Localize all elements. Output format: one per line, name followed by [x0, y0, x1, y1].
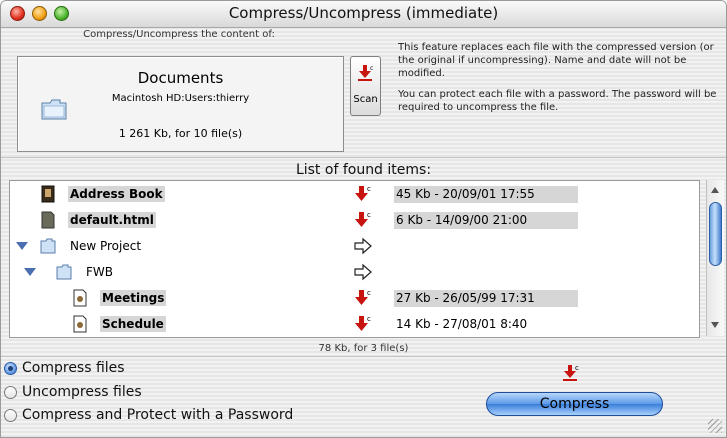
compress-arrow-icon: c — [358, 65, 373, 81]
list-item[interactable]: Address Book c 45 Kb - 20/09/01 17:55 — [10, 181, 699, 207]
disclosure-triangle-icon[interactable] — [24, 268, 36, 276]
compress-arrow-icon: c — [563, 364, 579, 381]
item-name: Schedule — [100, 316, 166, 332]
scan-label: Scan — [353, 94, 378, 105]
title-bar[interactable]: Compress/Uncompress (immediate) — [1, 1, 726, 28]
list-item[interactable]: Meetings c 27 Kb - 26/05/99 17:31 — [10, 285, 699, 311]
compress-arrow-icon[interactable]: c — [352, 210, 374, 230]
list-item[interactable]: Schedule c 14 Kb - 27/08/01 8:40 — [10, 311, 699, 337]
radio-button[interactable] — [4, 386, 17, 399]
radio-button[interactable] — [4, 409, 17, 422]
source-name: Documents — [137, 69, 224, 87]
svg-text:c: c — [367, 211, 371, 219]
item-info: 45 Kb - 20/09/01 17:55 — [394, 186, 578, 203]
info-text: This feature replaces each file with the… — [398, 41, 718, 122]
list-summary: 78 Kb, for 3 file(s) — [318, 343, 409, 354]
option-protect-label: Compress and Protect with a Password — [22, 407, 294, 423]
list-item[interactable]: default.html c 6 Kb - 14/09/00 21:00 — [10, 207, 699, 233]
right-arrow-icon[interactable] — [352, 262, 374, 282]
item-info — [394, 264, 578, 281]
scan-button[interactable]: c Scan — [350, 56, 381, 116]
items-list[interactable]: Address Book c 45 Kb - 20/09/01 17:55 de… — [9, 180, 700, 338]
list-scrollbar[interactable] — [706, 180, 724, 336]
source-box[interactable]: Documents Macintosh HD:Users:thierry 1 2… — [17, 56, 344, 152]
source-path: Macintosh HD:Users:thierry — [111, 93, 250, 104]
info-paragraph-2: You can protect each file with a passwor… — [398, 89, 717, 113]
info-paragraph-1: This feature replaces each file with the… — [398, 42, 714, 79]
compress-arrow-icon[interactable]: c — [352, 288, 374, 308]
item-name: Meetings — [100, 290, 167, 306]
compress-button[interactable]: Compress — [486, 392, 663, 416]
folder-icon — [40, 238, 56, 254]
compress-arrow-icon[interactable]: c — [352, 314, 374, 334]
svg-text:c: c — [367, 315, 371, 323]
item-info: 14 Kb - 27/08/01 8:40 — [396, 317, 528, 331]
document-icon — [73, 315, 87, 333]
item-name: FWB — [86, 265, 113, 279]
list-item[interactable]: FWB — [10, 259, 699, 285]
disclosure-triangle-icon[interactable] — [16, 242, 28, 250]
document-icon — [73, 289, 87, 307]
resize-grip-icon[interactable] — [708, 419, 722, 433]
item-info: 27 Kb - 26/05/99 17:31 — [394, 290, 578, 307]
html-file-icon — [41, 211, 55, 229]
window-title: Compress/Uncompress (immediate) — [228, 4, 499, 22]
list-title: List of found items: — [295, 162, 432, 178]
scroll-down-icon[interactable] — [711, 322, 719, 328]
source-size: 1 261 Kb, for 10 file(s) — [118, 127, 243, 140]
divider — [1, 157, 726, 158]
folder-icon — [56, 264, 72, 280]
svg-text:c: c — [367, 289, 371, 297]
radio-button[interactable] — [4, 362, 17, 375]
item-name: Address Book — [68, 186, 165, 202]
source-label: Compress/Uncompress the content of: — [83, 29, 275, 40]
right-arrow-icon[interactable] — [352, 236, 374, 256]
item-info — [394, 238, 578, 255]
svg-text:c: c — [575, 364, 579, 372]
item-name: New Project — [70, 239, 142, 253]
compress-window: Compress/Uncompress (immediate) Compress… — [0, 0, 727, 438]
item-name: default.html — [68, 212, 156, 228]
svg-text:c: c — [367, 185, 371, 193]
compress-arrow-icon[interactable]: c — [352, 184, 374, 204]
svg-text:c: c — [370, 65, 373, 72]
item-info: 6 Kb - 14/09/00 21:00 — [394, 212, 578, 229]
list-item[interactable]: New Project — [10, 233, 699, 259]
option-uncompress-label: Uncompress files — [22, 384, 142, 400]
address-book-icon — [41, 185, 55, 203]
scroll-thumb[interactable] — [709, 202, 722, 266]
divider — [1, 356, 726, 357]
option-compress-label: Compress files — [22, 360, 125, 376]
scroll-up-icon[interactable] — [711, 187, 719, 193]
